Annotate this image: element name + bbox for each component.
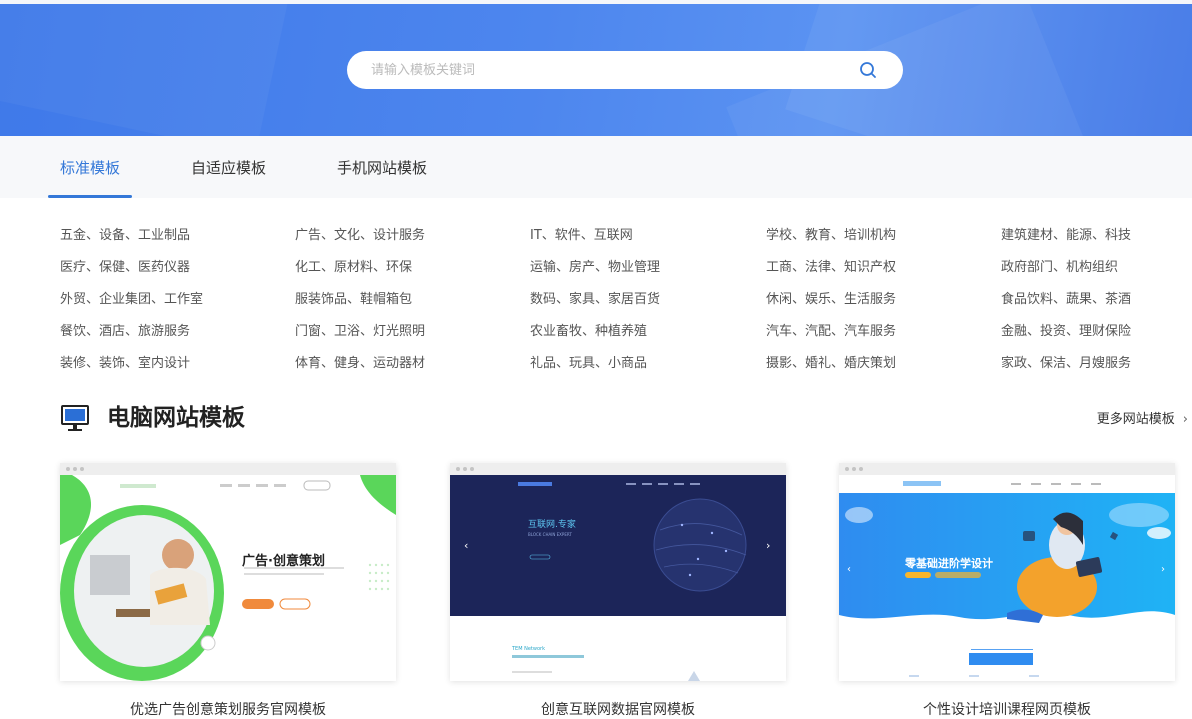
category-link[interactable]: 医疗、保健、医药仪器 bbox=[60, 256, 190, 275]
category-link[interactable]: 服装饰品、鞋帽箱包 bbox=[295, 288, 412, 307]
category-link[interactable]: 学校、教育、培训机构 bbox=[766, 224, 896, 243]
svg-text:‹: ‹ bbox=[464, 539, 468, 552]
template-preview[interactable]: ‹ › 零基础进阶学设计 bbox=[839, 463, 1175, 681]
more-templates-link[interactable]: 更多网站模板 › bbox=[1097, 408, 1188, 427]
category-link[interactable]: 礼品、玩具、小商品 bbox=[530, 352, 647, 371]
template-preview[interactable]: ‹ › 互联网.专家 BLOCK CHAIN EXPERT TEM Networ… bbox=[450, 463, 786, 681]
section-header: 电脑网站模板 更多网站模板 › bbox=[60, 401, 1192, 435]
preview-subline: BLOCK CHAIN EXPERT bbox=[528, 532, 572, 537]
chevron-right-icon: › bbox=[1182, 412, 1188, 427]
category-link[interactable]: 工商、法律、知识产权 bbox=[766, 256, 896, 275]
preview-image: 广告·创意策划 bbox=[60, 475, 396, 681]
search-box bbox=[347, 51, 903, 89]
template-name[interactable]: 创意互联网数据官网模板 bbox=[450, 699, 786, 719]
preview-headline: 互联网.专家 bbox=[528, 518, 576, 530]
preview-image: ‹ › 互联网.专家 BLOCK CHAIN EXPERT TEM Networ… bbox=[450, 475, 786, 681]
preview-footer-title: TEM Network bbox=[511, 646, 545, 652]
search-icon[interactable] bbox=[858, 60, 878, 80]
category-link[interactable]: 金融、投资、理财保险 bbox=[1001, 320, 1131, 339]
tab-standard[interactable]: 标准模板 bbox=[47, 136, 133, 198]
category-link[interactable]: 广告、文化、设计服务 bbox=[295, 224, 425, 243]
tab-mobile[interactable]: 手机网站模板 bbox=[337, 136, 427, 198]
template-tabs: 标准模板 自适应模板 手机网站模板 bbox=[0, 136, 1192, 198]
template-card[interactable]: ‹ › 零基础进阶学设计 个性设计培训课程网页模板 bbox=[839, 463, 1175, 719]
category-link[interactable]: 建筑建材、能源、科技 bbox=[1001, 224, 1131, 243]
preview-headline: 广告·创意策划 bbox=[242, 553, 325, 569]
category-link[interactable]: 数码、家具、家居百货 bbox=[530, 288, 660, 307]
category-link[interactable]: 运输、房产、物业管理 bbox=[530, 256, 660, 275]
template-name[interactable]: 优选广告创意策划服务官网模板 bbox=[60, 699, 396, 719]
category-link[interactable]: 化工、原材料、环保 bbox=[295, 256, 412, 275]
browser-bar bbox=[60, 463, 396, 475]
category-link[interactable]: 家政、保洁、月嫂服务 bbox=[1001, 352, 1131, 371]
browser-bar bbox=[450, 463, 786, 475]
category-link[interactable]: 装修、装饰、室内设计 bbox=[60, 352, 190, 371]
tab-responsive[interactable]: 自适应模板 bbox=[191, 136, 266, 198]
template-card[interactable]: ‹ › 互联网.专家 BLOCK CHAIN EXPERT TEM Networ… bbox=[450, 463, 786, 719]
browser-bar bbox=[839, 463, 1175, 475]
category-link[interactable]: 体育、健身、运动器材 bbox=[295, 352, 425, 371]
category-link[interactable]: 摄影、婚礼、婚庆策划 bbox=[766, 352, 896, 371]
template-preview[interactable]: 广告·创意策划 bbox=[60, 463, 396, 681]
preview-headline: 零基础进阶学设计 bbox=[904, 556, 993, 570]
category-link[interactable]: 政府部门、机构组织 bbox=[1001, 256, 1118, 275]
category-link[interactable]: IT、软件、互联网 bbox=[530, 224, 633, 243]
category-link[interactable]: 休闲、娱乐、生活服务 bbox=[766, 288, 896, 307]
svg-text:›: › bbox=[1161, 564, 1165, 575]
hero-banner bbox=[0, 0, 1192, 136]
category-link[interactable]: 外贸、企业集团、工作室 bbox=[60, 288, 203, 307]
hero-decor bbox=[0, 0, 297, 136]
category-link[interactable]: 食品饮料、蔬果、茶酒 bbox=[1001, 288, 1131, 307]
svg-text:›: › bbox=[766, 539, 770, 552]
template-card[interactable]: 广告·创意策划 优选广告创意策划服务官网模板 bbox=[60, 463, 396, 719]
preview-image: ‹ › 零基础进阶学设计 bbox=[839, 475, 1175, 681]
category-link[interactable]: 餐饮、酒店、旅游服务 bbox=[60, 320, 190, 339]
more-templates-label: 更多网站模板 bbox=[1096, 412, 1175, 427]
category-link[interactable]: 五金、设备、工业制品 bbox=[60, 224, 190, 243]
search-input[interactable] bbox=[371, 51, 841, 89]
svg-text:‹: ‹ bbox=[847, 564, 851, 575]
template-name[interactable]: 个性设计培训课程网页模板 bbox=[839, 699, 1175, 719]
section-title: 电脑网站模板 bbox=[107, 405, 245, 431]
category-link[interactable]: 农业畜牧、种植养殖 bbox=[530, 320, 647, 339]
category-link[interactable]: 汽车、汽配、汽车服务 bbox=[766, 320, 896, 339]
category-link[interactable]: 门窗、卫浴、灯光照明 bbox=[295, 320, 425, 339]
monitor-icon bbox=[61, 405, 89, 431]
